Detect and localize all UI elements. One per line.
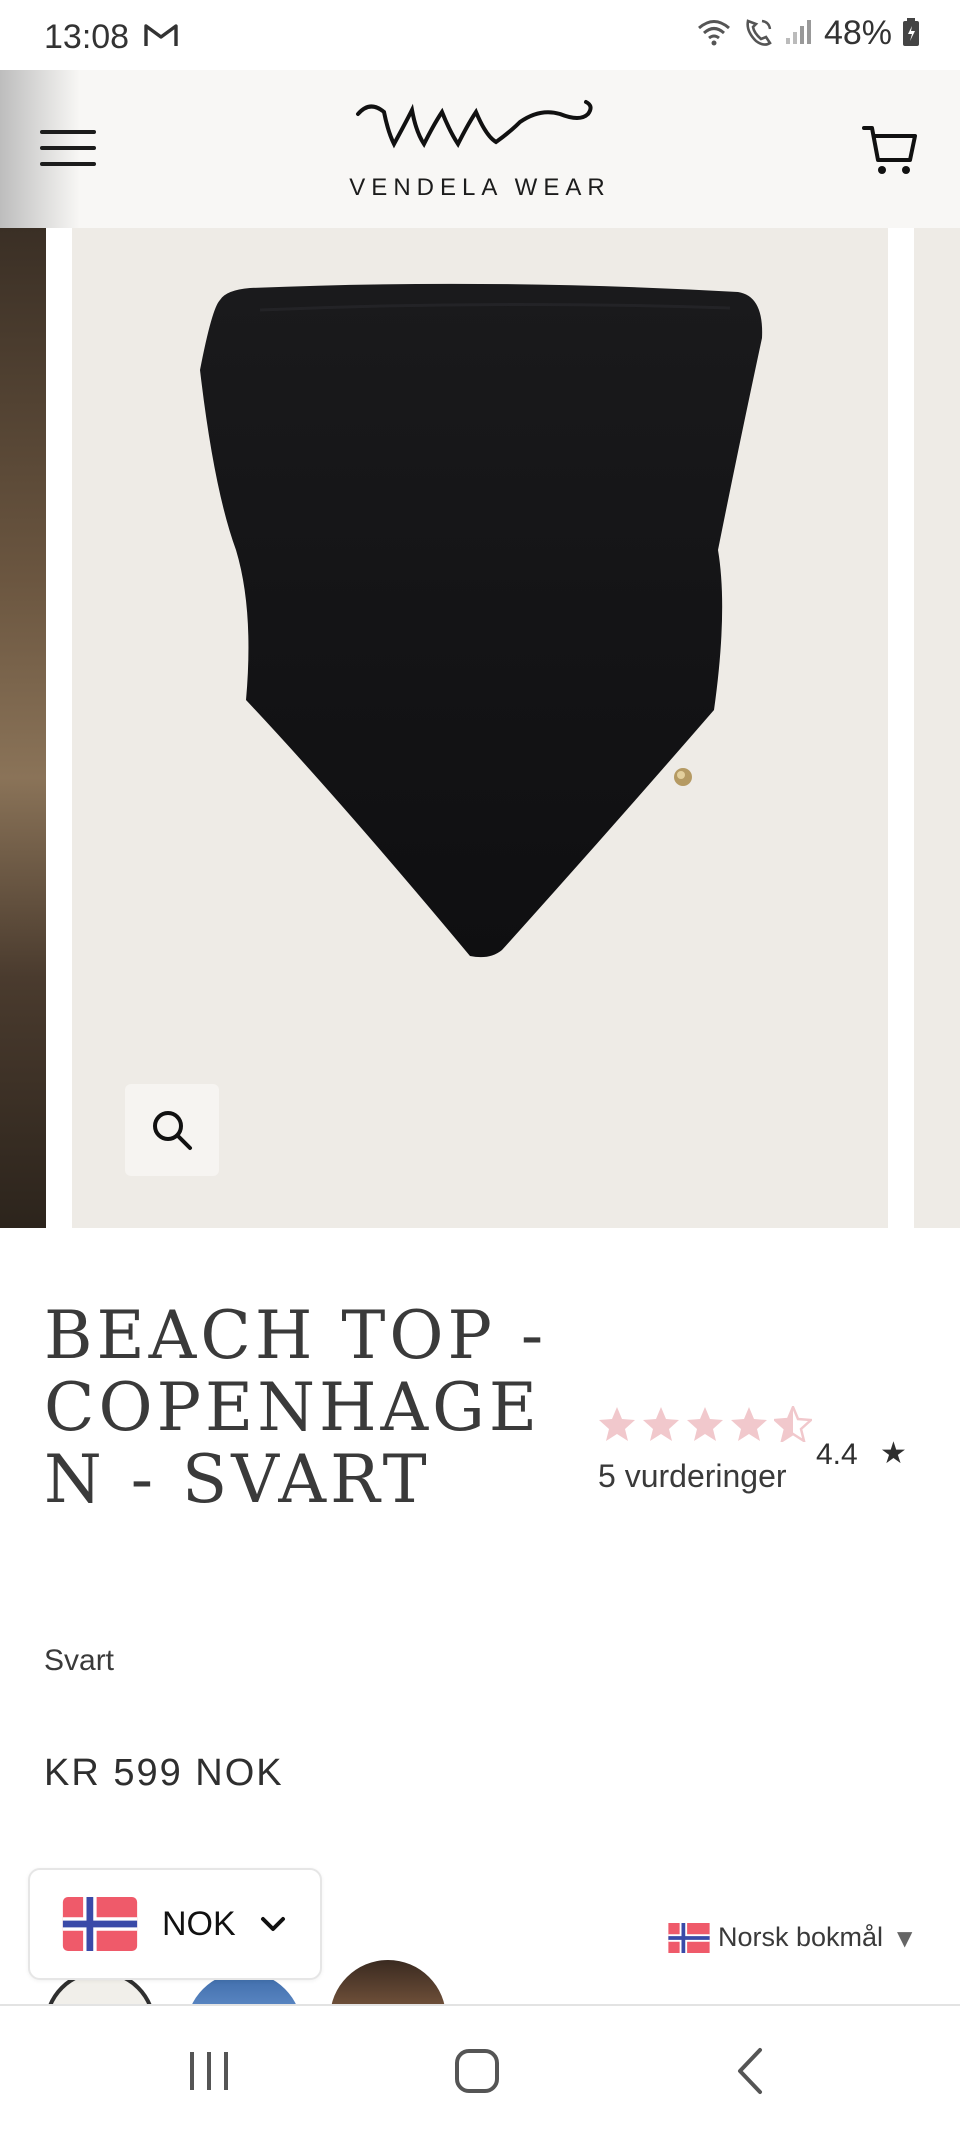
brand-logo[interactable]: VENDELA WEAR xyxy=(330,92,630,202)
gmail-icon xyxy=(144,22,178,52)
search-icon xyxy=(153,1111,192,1150)
rating-score: 4.4 xyxy=(816,1438,858,1471)
battery-percent: 48% xyxy=(823,14,892,52)
rating-score-star: ★ xyxy=(880,1436,907,1471)
hamburger-menu-icon[interactable] xyxy=(40,128,96,168)
system-nav-bar xyxy=(0,2006,960,2133)
product-price: KR 599 NOK xyxy=(44,1752,284,1794)
home-icon[interactable] xyxy=(452,2046,502,2096)
chevron-down-icon xyxy=(260,1917,285,1931)
star-icon xyxy=(599,1407,635,1441)
brand-monogram xyxy=(356,100,593,149)
status-time: 13:08 xyxy=(44,18,130,56)
currency-code: NOK xyxy=(162,1904,236,1943)
caret-down-icon: ▼ xyxy=(897,1925,913,1950)
back-icon[interactable] xyxy=(726,2046,776,2096)
gallery-next-slide[interactable] xyxy=(914,228,960,1228)
norway-flag-icon xyxy=(668,1922,710,1953)
zoom-button[interactable] xyxy=(125,1084,219,1176)
wifi-calling-icon xyxy=(742,17,774,51)
rating-count: 5 vurderinger xyxy=(598,1458,787,1494)
cart-icon[interactable] xyxy=(860,120,920,180)
norway-flag-icon xyxy=(62,1897,138,1951)
battery-icon xyxy=(902,17,920,51)
star-icon xyxy=(731,1407,767,1441)
product-rating[interactable]: 5 vurderinger 4.4 ★ xyxy=(598,1406,938,1506)
product-image[interactable] xyxy=(190,280,780,960)
rating-stars xyxy=(598,1406,812,1442)
recent-apps-icon[interactable] xyxy=(184,2046,234,2096)
signal-icon xyxy=(784,18,814,50)
star-icon xyxy=(643,1407,679,1441)
variant-label: Svart xyxy=(44,1644,115,1677)
half-star-icon xyxy=(774,1406,812,1442)
wifi-icon xyxy=(696,17,732,51)
language-selector[interactable]: Norsk bokmål ▼ xyxy=(668,1922,912,1953)
currency-selector[interactable]: NOK xyxy=(28,1868,322,1980)
brand-name: VENDELA WEAR xyxy=(349,174,611,201)
star-icon xyxy=(687,1407,723,1441)
status-icons: 48% xyxy=(696,14,920,53)
language-label: Norsk bokmål xyxy=(718,1922,884,1952)
product-title: BEACH TOP - COPENHAGEN - SVART xyxy=(44,1297,548,1518)
gallery-previous-slide[interactable] xyxy=(0,228,46,1228)
